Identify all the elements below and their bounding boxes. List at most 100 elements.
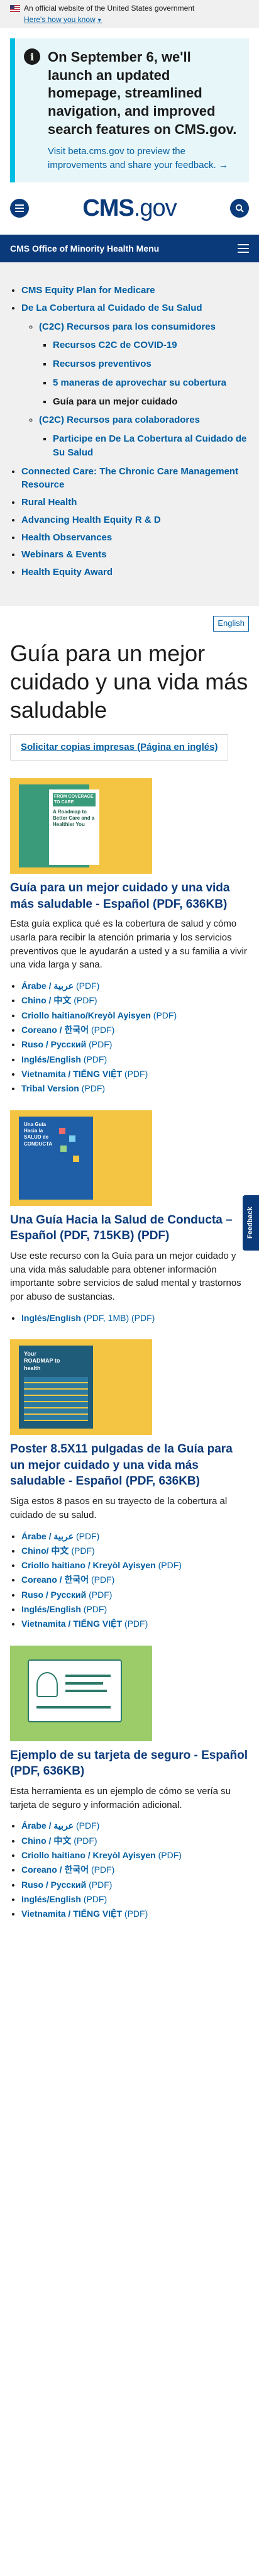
language-item: Ruso / Русский (PDF) — [21, 1588, 249, 1601]
language-link[interactable]: Chino/ 中文 — [21, 1546, 69, 1556]
heres-how-you-know-link[interactable]: Here's how you know ▼ — [24, 15, 102, 25]
language-toggle-button[interactable]: English — [213, 615, 249, 632]
resource-description: Siga estos 8 pasos en su trayecto de la … — [10, 1496, 228, 1520]
chevron-down-icon: ▼ — [96, 16, 102, 23]
language-link[interactable]: Coreano / 한국어 — [21, 1575, 89, 1585]
behavioral-health-thumbnail[interactable]: Una Guía Hacia la SALUD de CONDUCTA — [10, 1110, 152, 1206]
language-item: Coreano / 한국어 (PDF) — [21, 1863, 249, 1876]
language-item: Chino / 中文 (PDF) — [21, 994, 249, 1006]
language-link[interactable]: Criollo haitiano / Kreyòl Ayisyen — [21, 1850, 156, 1860]
language-link[interactable]: Criollo haitiano / Kreyòl Ayisyen — [21, 1560, 156, 1570]
language-link[interactable]: Vietnamita / TIẾNG VIỆT — [21, 1909, 122, 1919]
sidenav-subitem: (C2C) Recursos para colaboradores Partic… — [39, 413, 249, 459]
language-item: Coreano / 한국어 (PDF) — [21, 1023, 249, 1036]
language-item: Vietnamita / TIẾNG VIỆT (PDF) — [21, 1907, 249, 1920]
sidenav-subsubitem: Recursos preventivos — [53, 357, 249, 371]
language-link[interactable]: Ruso / Русский — [21, 1590, 86, 1600]
insurance-card-thumbnail[interactable] — [10, 1645, 152, 1741]
menu-icon — [15, 204, 24, 213]
nav-link-health-equity-rd[interactable]: Advancing Health Equity R & D — [21, 515, 161, 525]
nav-link-covid[interactable]: Recursos C2C de COVID-19 — [53, 340, 177, 350]
language-link[interactable]: Coreano / 한국어 — [21, 1025, 89, 1035]
language-link[interactable]: Inglés/English — [21, 1894, 81, 1904]
language-link[interactable]: Ruso / Русский — [21, 1039, 86, 1049]
order-copies-button[interactable]: Solicitar copias impresas (Página en ing… — [10, 733, 229, 761]
language-item: Criollo haitiano / Kreyòl Ayisyen (PDF) — [21, 1849, 249, 1861]
resource-card: Una Guía Hacia la SALUD de CONDUCTA Una … — [10, 1110, 249, 1325]
nav-link-webinars[interactable]: Webinars & Events — [21, 549, 107, 560]
resource-title-link[interactable]: Poster 8.5X11 pulgadas de la Guía para u… — [10, 1442, 233, 1488]
language-item: Inglés/English (PDF) — [21, 1603, 249, 1615]
language-link[interactable]: Vietnamita / TIẾNG VIỆT — [21, 1069, 122, 1079]
language-item: Chino / 中文 (PDF) — [21, 1834, 249, 1847]
guide-cover-thumbnail[interactable]: FROM COVERAGE TO CARE A Roadmap to Bette… — [10, 778, 152, 874]
language-link[interactable]: Coreano / 한국어 — [21, 1865, 89, 1875]
sidenav-subsubitem: 5 maneras de aprovechar su cobertura — [53, 376, 249, 390]
beta-preview-link[interactable]: Visit beta.cms.gov to preview the improv… — [48, 146, 228, 170]
search-button[interactable] — [230, 199, 249, 218]
sidenav-item: Advancing Health Equity R & D — [21, 513, 249, 527]
language-item: Criollo haitiano/Kreyòl Ayisyen (PDF) — [21, 1009, 249, 1022]
language-item: Tribal Version (PDF) — [21, 1082, 249, 1095]
sidenav-item: Health Equity Award — [21, 566, 249, 579]
nav-link-equity-plan[interactable]: CMS Equity Plan for Medicare — [21, 285, 155, 296]
nav-current-page: Guía para un mejor cuidado — [53, 396, 178, 407]
main-content: English Guía para un mejor cuidado y una… — [0, 615, 259, 1948]
resource-description: Esta herramienta es un ejemplo de cómo s… — [10, 1785, 231, 1810]
language-link[interactable]: Vietnamita / TIẾNG VIỆT — [21, 1619, 122, 1629]
language-item: Ruso / Русский (PDF) — [21, 1878, 249, 1891]
language-link[interactable]: Criollo haitiano/Kreyòl Ayisyen — [21, 1010, 151, 1020]
resource-title-link[interactable]: Ejemplo de su tarjeta de seguro - Españo… — [10, 1749, 248, 1778]
nav-link-observances[interactable]: Health Observances — [21, 532, 112, 543]
site-alert: i On September 6, we'll launch an update… — [10, 38, 249, 182]
language-link[interactable]: Chino / 中文 — [21, 1836, 71, 1846]
language-link[interactable]: Árabe / عربية — [21, 1531, 74, 1541]
resource-title-link[interactable]: Una Guía Hacia la Salud de Conducta – Es… — [10, 1213, 233, 1243]
language-item: Criollo haitiano / Kreyòl Ayisyen (PDF) — [21, 1559, 249, 1571]
language-link[interactable]: Inglés/English — [21, 1604, 81, 1614]
alert-title: On September 6, we'll launch an updated … — [48, 49, 237, 137]
omh-menu-toggle[interactable]: CMS Office of Minority Health Menu — [0, 234, 259, 263]
menu-button[interactable] — [10, 199, 29, 218]
search-icon — [235, 204, 244, 213]
language-item: Inglés/English (PDF) — [21, 1893, 249, 1905]
language-item: Chino/ 中文 (PDF) — [21, 1544, 249, 1557]
cms-logo[interactable]: CMS.gov — [82, 191, 177, 226]
nav-link-5-ways[interactable]: 5 maneras de aprovechar su cobertura — [53, 377, 226, 388]
sidenav-item: Rural Health — [21, 496, 249, 510]
language-link[interactable]: Inglés/English — [21, 1054, 81, 1064]
info-icon: i — [24, 48, 40, 65]
language-item: Vietnamita / TIẾNG VIỆT (PDF) — [21, 1068, 249, 1080]
nav-link-partners[interactable]: (C2C) Recursos para colaboradores — [39, 415, 200, 425]
sidenav-item: Health Observances — [21, 531, 249, 545]
nav-link-rural-health[interactable]: Rural Health — [21, 497, 77, 508]
resource-description: Esta guía explica qué es la cobertura de… — [10, 918, 247, 971]
sidenav-subsubitem: Guía para un mejor cuidado — [53, 395, 249, 409]
resource-description: Use este recurso con la Guía para un mej… — [10, 1250, 241, 1303]
language-item: Árabe / عربية (PDF) — [21, 1819, 249, 1832]
nav-link-consumers[interactable]: (C2C) Recursos para los consumidores — [39, 321, 216, 332]
nav-link-connected-care[interactable]: Connected Care: The Chronic Care Managem… — [21, 466, 238, 491]
language-link[interactable]: Inglés/English — [21, 1313, 81, 1323]
page-title: Guía para un mejor cuidado y una vida má… — [10, 640, 248, 723]
language-link[interactable]: Árabe / عربية — [21, 981, 74, 991]
us-flag-icon — [10, 5, 20, 13]
nav-link-participe[interactable]: Participe en De La Cobertura al Cuidado … — [53, 433, 246, 458]
language-link[interactable]: Tribal Version — [21, 1083, 79, 1093]
resource-title-link[interactable]: Guía para un mejor cuidado y una vida má… — [10, 881, 229, 911]
language-link[interactable]: Chino / 中文 — [21, 995, 71, 1005]
roadmap-poster-thumbnail[interactable]: Your ROADMAP to health — [10, 1339, 152, 1436]
sidenav-item: De La Cobertura al Cuidado de Su Salud (… — [21, 301, 249, 460]
nav-link-c2c[interactable]: De La Cobertura al Cuidado de Su Salud — [21, 303, 202, 313]
sidenav-item: CMS Equity Plan for Medicare — [21, 284, 249, 298]
language-link[interactable]: Ruso / Русский — [21, 1880, 86, 1890]
nav-link-preventive[interactable]: Recursos preventivos — [53, 359, 152, 369]
hamburger-icon — [238, 243, 249, 253]
arrow-right-icon: → — [218, 159, 228, 170]
sidenav-item: Connected Care: The Chronic Care Managem… — [21, 465, 249, 493]
language-link[interactable]: Árabe / عربية — [21, 1820, 74, 1831]
language-item: Inglés/English (PDF, 1MB) (PDF) — [21, 1312, 249, 1324]
language-item: Árabe / عربية (PDF) — [21, 979, 249, 992]
nav-link-equity-award[interactable]: Health Equity Award — [21, 567, 113, 577]
feedback-tab[interactable]: Feedback — [243, 1195, 259, 1251]
